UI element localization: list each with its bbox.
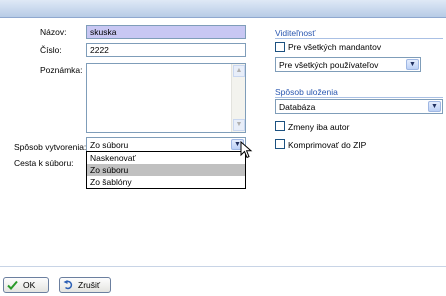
chevron-down-icon[interactable]: ▼ [406, 59, 419, 70]
storage-title: Spôsob uloženia [275, 87, 338, 97]
creation-dropdown-list[interactable]: Naskenovať Zo súboru Zo šablóny [86, 151, 246, 189]
visibility-divider [275, 38, 443, 39]
creation-option-scan[interactable]: Naskenovať [87, 152, 245, 164]
creation-select-value: Zo súboru [90, 140, 129, 150]
zip-label: Komprimovať do ZIP [288, 140, 367, 150]
check-icon [7, 280, 18, 290]
all-mandants-label: Pre všetkých mandantov [288, 42, 382, 52]
cancel-button[interactable]: Zrušiť [59, 277, 111, 293]
author-only-checkbox[interactable] [275, 121, 285, 131]
name-input[interactable]: skuska [86, 25, 246, 39]
chevron-down-icon[interactable]: ▼ [428, 101, 441, 112]
note-label: Poznámka: [40, 65, 83, 75]
ok-button[interactable]: OK [3, 277, 49, 293]
creation-label: Spôsob vytvorenia: [14, 142, 87, 152]
visibility-title: Viditeľnosť [275, 28, 316, 38]
scroll-down-icon[interactable]: ▼ [233, 119, 245, 131]
storage-divider [275, 97, 443, 98]
storage-method-value: Databáza [279, 102, 316, 112]
note-textarea[interactable]: ▲ ▼ [86, 63, 246, 133]
scroll-up-icon[interactable]: ▲ [233, 65, 245, 77]
note-scrollbar[interactable]: ▲ ▼ [231, 64, 245, 132]
author-only-label: Zmeny iba autor [288, 122, 350, 132]
window-title-bar [0, 0, 446, 18]
path-label: Cesta k súboru: [14, 158, 74, 168]
creation-select[interactable]: Zo súboru ▼ [86, 137, 246, 152]
undo-arrow-icon [63, 280, 73, 290]
footer-divider [0, 266, 446, 267]
cancel-button-label: Zrušiť [78, 280, 101, 290]
all-mandants-checkbox[interactable] [275, 42, 285, 52]
number-label: Číslo: [40, 45, 62, 55]
name-label: Názov: [40, 27, 67, 37]
users-select[interactable]: Pre všetkých používateľov ▼ [275, 57, 421, 72]
number-input[interactable]: 2222 [86, 43, 246, 57]
ok-button-label: OK [23, 280, 36, 290]
users-select-value: Pre všetkých používateľov [279, 60, 379, 70]
creation-option-file[interactable]: Zo súboru [87, 164, 245, 176]
zip-checkbox[interactable] [275, 139, 285, 149]
storage-method-select[interactable]: Databáza ▼ [275, 99, 443, 114]
mouse-cursor-icon [240, 141, 253, 159]
creation-option-template[interactable]: Zo šablóny [87, 176, 245, 188]
